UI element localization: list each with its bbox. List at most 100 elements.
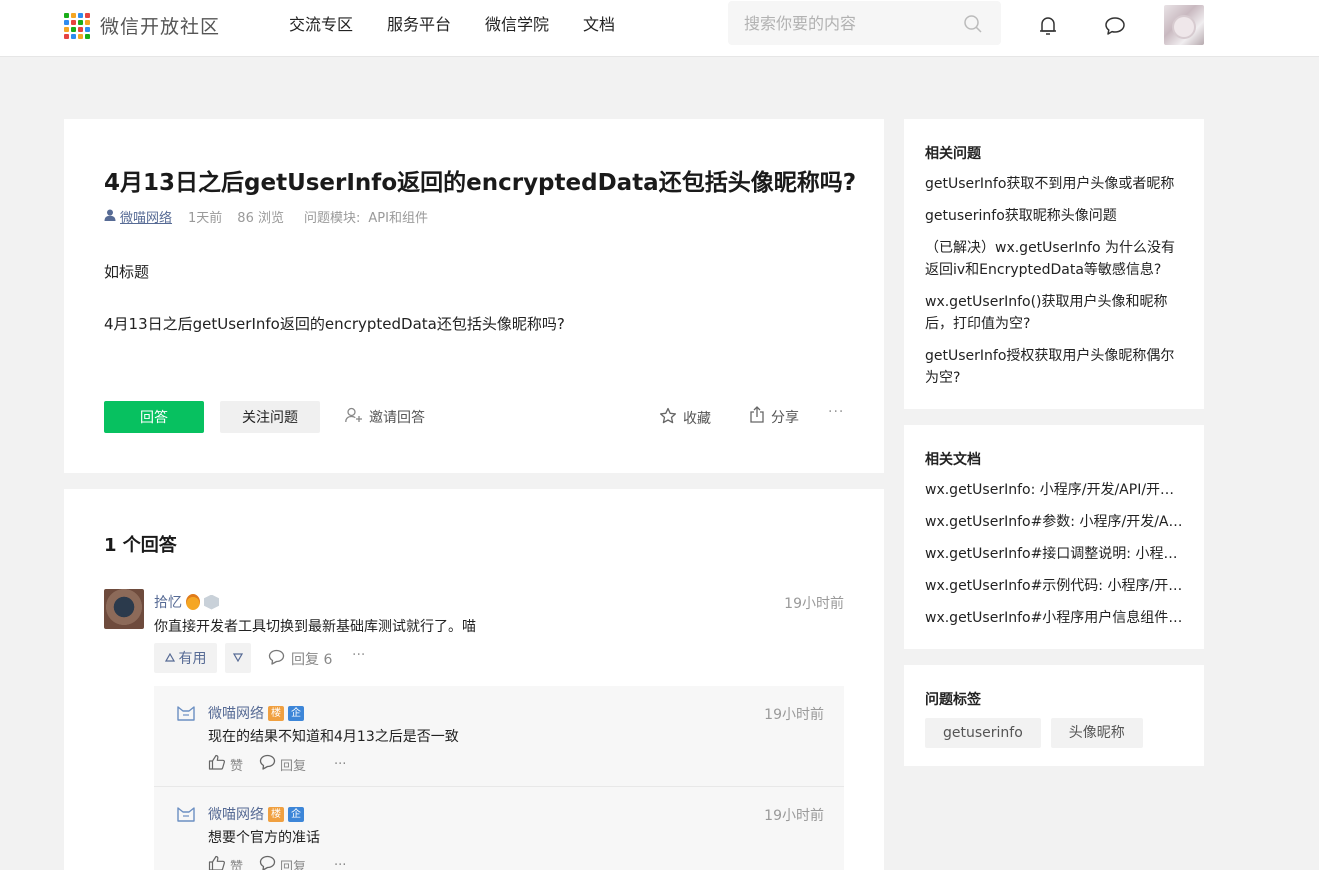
answer-author-avatar[interactable] — [104, 589, 144, 629]
answer-author-name[interactable]: 拾忆 — [154, 592, 182, 612]
follow-question-button[interactable]: 关注问题 — [220, 401, 320, 433]
related-question-link[interactable]: getuserinfo获取昵称头像问题 — [925, 205, 1185, 227]
nav-item-services[interactable]: 服务平台 — [387, 14, 451, 36]
user-avatar[interactable] — [1164, 5, 1204, 45]
answer-more-button[interactable]: ··· — [352, 647, 365, 663]
comment-icon[interactable] — [259, 754, 276, 774]
share-label: 分享 — [771, 409, 799, 426]
search-icon[interactable] — [963, 14, 983, 38]
reply-text: 想要个官方的准话 — [208, 830, 320, 846]
question-body-line: 如标题 — [104, 263, 150, 281]
comment-icon — [268, 649, 285, 669]
reply-time: 19小时前 — [764, 808, 824, 824]
reply-actions: 赞 回复 ··· — [208, 855, 346, 870]
thumbs-up-icon[interactable] — [208, 754, 226, 774]
main-nav: 交流专区 服务平台 微信学院 文档 — [289, 14, 615, 36]
share-button[interactable]: 分享 — [749, 406, 799, 427]
reply-label[interactable]: 回复 — [280, 856, 306, 870]
comment-icon[interactable] — [259, 855, 276, 870]
related-question-link[interactable]: getUserInfo获取不到用户头像或者昵称 — [925, 173, 1185, 195]
reply-item: 微喵网络 楼 企 19小时前 想要个官方的准话 赞 回复 ··· — [154, 786, 844, 870]
related-question-link[interactable]: （已解决）wx.getUserInfo 为什么没有返回iv和EncryptedD… — [925, 237, 1185, 281]
logo-icon — [64, 12, 90, 39]
question-title: 4月13日之后getUserInfo返回的encryptedData还包括头像昵… — [104, 170, 857, 196]
answer-author: 拾忆 — [154, 592, 219, 612]
tag-chip[interactable]: 头像昵称 — [1050, 718, 1143, 748]
related-question-link[interactable]: getUserInfo授权获取用户头像昵称偶尔为空? — [925, 345, 1185, 389]
logo-text: 微信开放社区 — [100, 16, 221, 38]
question-views: 86 浏览 — [237, 211, 284, 226]
medal-badge-icon — [186, 594, 200, 610]
question-module-label: 问题模块: — [303, 211, 361, 226]
search-box — [728, 1, 1001, 45]
reply-actions: 赞 回复 ··· — [208, 754, 346, 774]
reply-author: 微喵网络 楼 企 — [208, 703, 304, 723]
op-tag: 楼 — [268, 705, 284, 721]
related-doc-link[interactable]: wx.getUserInfo#接口调整说明: 小程序/... — [925, 543, 1185, 565]
question-time: 1天前 — [188, 211, 223, 226]
site-logo[interactable]: 微信开放社区 — [64, 12, 220, 39]
reply-text: 现在的结果不知道和4月13之后是否一致 — [208, 729, 459, 745]
share-icon — [749, 406, 765, 427]
nav-item-academy[interactable]: 微信学院 — [485, 14, 549, 36]
related-docs-list: wx.getUserInfo: 小程序/开发/API/开放... wx.getU… — [925, 479, 1185, 639]
search-input[interactable] — [728, 1, 948, 45]
like-label[interactable]: 赞 — [230, 856, 243, 870]
triangle-up-icon — [164, 650, 175, 666]
related-doc-link[interactable]: wx.getUserInfo: 小程序/开发/API/开放... — [925, 479, 1185, 501]
nav-item-community[interactable]: 交流专区 — [289, 14, 353, 36]
answer-count: 1 个回答 — [104, 535, 177, 556]
enterprise-tag: 企 — [288, 705, 304, 721]
reply-label[interactable]: 回复 — [280, 755, 306, 774]
reply-author: 微喵网络 楼 企 — [208, 804, 304, 824]
add-user-icon — [345, 407, 363, 427]
reply-author-name[interactable]: 微喵网络 — [208, 703, 264, 723]
bell-icon[interactable] — [1038, 15, 1058, 41]
question-module[interactable]: API和组件 — [368, 207, 428, 226]
favorite-button[interactable]: 收藏 — [659, 407, 711, 429]
answer-button[interactable]: 回答 — [104, 401, 204, 433]
related-doc-link[interactable]: wx.getUserInfo#参数: 小程序/开发/API... — [925, 511, 1185, 533]
thumbs-up-icon[interactable] — [208, 855, 226, 870]
invite-answer-button[interactable]: 邀请回答 — [345, 407, 425, 427]
reply-author-name[interactable]: 微喵网络 — [208, 804, 264, 824]
reply-count-button[interactable]: 回复 6 — [268, 649, 332, 669]
reply-time: 19小时前 — [764, 707, 824, 723]
user-icon — [104, 209, 116, 225]
star-icon — [659, 407, 677, 429]
favorite-label: 收藏 — [683, 411, 711, 427]
message-icon[interactable] — [1104, 16, 1126, 40]
question-tags-title: 问题标签 — [925, 692, 981, 708]
related-question-link[interactable]: wx.getUserInfo()获取用户头像和昵称后，打印值为空? — [925, 291, 1185, 335]
question-card: 4月13日之后getUserInfo返回的encryptedData还包括头像昵… — [64, 119, 884, 473]
related-questions-panel: 相关问题 getUserInfo获取不到用户头像或者昵称 getuserinfo… — [904, 119, 1204, 409]
related-docs-title: 相关文档 — [925, 452, 981, 468]
level-badge-icon — [204, 594, 219, 610]
not-useful-button[interactable] — [225, 643, 251, 673]
reply-more-button[interactable]: ··· — [334, 858, 346, 870]
reply-more-button[interactable]: ··· — [334, 757, 346, 772]
useful-label: 有用 — [178, 651, 207, 667]
related-questions-list: getUserInfo获取不到用户头像或者昵称 getuserinfo获取昵称头… — [925, 173, 1185, 399]
question-meta: 微喵网络 1天前 86 浏览 问题模块: API和组件 — [104, 207, 428, 226]
useful-button[interactable]: 有用 — [154, 643, 217, 673]
answer-text: 你直接开发者工具切换到最新基础库测试就行了。喵 — [154, 619, 476, 635]
reply-list: 微喵网络 楼 企 19小时前 现在的结果不知道和4月13之后是否一致 赞 回复 … — [154, 686, 844, 870]
cat-logo-icon — [176, 704, 196, 726]
cat-logo-icon — [176, 805, 196, 827]
related-doc-link[interactable]: wx.getUserInfo#小程序用户信息组件示... — [925, 607, 1185, 629]
related-doc-link[interactable]: wx.getUserInfo#示例代码: 小程序/开发... — [925, 575, 1185, 597]
related-docs-panel: 相关文档 wx.getUserInfo: 小程序/开发/API/开放... wx… — [904, 425, 1204, 649]
question-body: 如标题 4月13日之后getUserInfo返回的encryptedData还包… — [104, 261, 565, 365]
question-author[interactable]: 微喵网络 — [120, 207, 172, 226]
question-tags-panel: 问题标签 getuserinfo 头像昵称 — [904, 665, 1204, 766]
related-questions-title: 相关问题 — [925, 146, 981, 162]
tag-chip[interactable]: getuserinfo — [925, 718, 1041, 748]
answer-time: 19小时前 — [784, 596, 844, 612]
op-tag: 楼 — [268, 806, 284, 822]
nav-item-docs[interactable]: 文档 — [583, 14, 615, 36]
like-label[interactable]: 赞 — [230, 755, 243, 774]
more-options-button[interactable]: ··· — [828, 404, 844, 420]
reply-count-label: 回复 6 — [291, 652, 333, 668]
top-header: 微信开放社区 交流专区 服务平台 微信学院 文档 — [0, 0, 1319, 57]
